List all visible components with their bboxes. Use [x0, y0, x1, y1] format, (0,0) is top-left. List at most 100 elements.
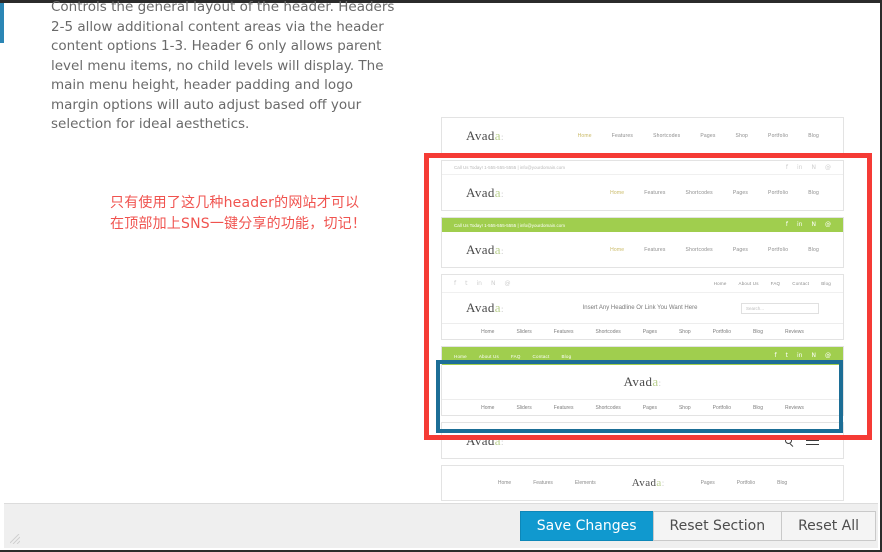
facebook-icon[interactable]: f — [454, 280, 456, 287]
menu-item[interactable]: Shop — [679, 329, 691, 335]
social-icons[interactable]: f in N @ — [786, 222, 831, 228]
menu-item[interactable]: Shortcodes — [686, 247, 713, 253]
facebook-icon[interactable]: f — [786, 164, 788, 171]
facebook-icon[interactable]: f — [775, 353, 777, 359]
menu-item[interactable]: Shop — [736, 133, 748, 139]
header-3-menu[interactable]: Home Features Shortcodes Pages Portfolio… — [610, 247, 819, 253]
facebook-icon[interactable]: f — [786, 222, 788, 228]
menu-item[interactable]: Sliders — [516, 329, 531, 335]
menu-item[interactable]: Home — [454, 354, 467, 359]
save-changes-button[interactable]: Save Changes — [519, 511, 654, 541]
menu-item[interactable]: About Us — [479, 354, 499, 359]
header-option-3[interactable]: Call Us Today! 1-555-555-5555 | info@you… — [441, 217, 844, 268]
header-7-split-menu[interactable]: Home Features Elements Avada: Pages Port… — [442, 466, 843, 500]
menu-item[interactable]: Blog — [561, 354, 571, 359]
flickr-icon[interactable]: N — [812, 222, 817, 228]
menu-item[interactable]: Elements — [575, 480, 596, 486]
menu-item[interactable]: FAQ — [771, 281, 781, 286]
header-option-1[interactable]: Avada: Home Features Shortcodes Pages Sh… — [441, 117, 844, 154]
hamburger-menu-icon[interactable] — [806, 433, 819, 447]
rss-icon[interactable]: @ — [825, 353, 831, 359]
linkedin-icon[interactable]: in — [797, 353, 802, 359]
header-4-secondary-menu[interactable]: Home About Us FAQ Contact Blog — [714, 281, 831, 286]
search-input[interactable]: Search... — [741, 302, 819, 314]
menu-item[interactable]: Features — [644, 247, 665, 253]
menu-item[interactable]: Reviews — [785, 405, 804, 411]
header-option-7[interactable]: Home Features Elements Avada: Pages Port… — [441, 465, 844, 501]
menu-item[interactable]: Home — [578, 133, 592, 139]
menu-item[interactable]: About Us — [739, 281, 759, 286]
social-icons[interactable]: f t in N @ — [775, 353, 831, 359]
header-5-main-menu[interactable]: Home Sliders Features Shortcodes Pages S… — [442, 399, 843, 415]
menu-item[interactable]: Features — [554, 405, 574, 411]
menu-item[interactable]: Portfolio — [737, 480, 755, 486]
header-option-6[interactable]: Avada: — [441, 422, 844, 459]
menu-item[interactable]: Home — [498, 480, 511, 486]
header-4-main-menu[interactable]: Home Sliders Features Shortcodes Pages S… — [442, 323, 843, 339]
menu-item[interactable]: Portfolio — [768, 133, 788, 139]
menu-item[interactable]: Home — [714, 281, 727, 286]
menu-item[interactable]: Shop — [679, 405, 691, 411]
menu-item[interactable]: Pages — [701, 480, 715, 486]
menu-item[interactable]: Blog — [753, 329, 763, 335]
twitter-icon[interactable]: t — [786, 353, 788, 359]
reset-all-button[interactable]: Reset All — [781, 511, 876, 541]
menu-item[interactable]: Blog — [808, 133, 819, 139]
menu-item[interactable]: Contact — [533, 354, 550, 359]
menu-item[interactable]: Home — [481, 405, 494, 411]
header-option-2[interactable]: Call Us Today! 1-555-555-5555 | info@you… — [441, 160, 844, 211]
menu-item[interactable]: Blog — [753, 405, 763, 411]
header-option-5-selected[interactable]: Home About Us FAQ Contact Blog f t in N … — [441, 346, 844, 416]
menu-item[interactable]: FAQ — [511, 354, 521, 359]
menu-item[interactable]: Shortcodes — [686, 190, 713, 196]
menu-item[interactable]: Pages — [733, 247, 748, 253]
menu-item[interactable]: Features — [533, 480, 553, 486]
menu-item[interactable]: Pages — [643, 405, 657, 411]
menu-item[interactable]: Reviews — [785, 329, 804, 335]
flickr-icon[interactable]: N — [812, 353, 817, 359]
menu-item[interactable]: Blog — [821, 281, 831, 286]
avada-logo: Avada: — [466, 432, 504, 448]
menu-item[interactable]: Blog — [808, 190, 819, 196]
menu-item[interactable]: Features — [644, 190, 665, 196]
social-icons[interactable]: f in N @ — [786, 164, 831, 171]
contact-info: Call Us Today! 1-555-555-5555 | info@you… — [454, 222, 565, 228]
menu-item[interactable]: Pages — [733, 190, 748, 196]
rss-icon[interactable]: @ — [504, 280, 510, 287]
menu-item[interactable]: Portfolio — [713, 329, 731, 335]
social-icons[interactable]: f t in N @ — [454, 280, 510, 287]
menu-item[interactable]: Home — [610, 247, 624, 253]
menu-item[interactable]: Home — [481, 329, 494, 335]
header-5-secondary-menu[interactable]: Home About Us FAQ Contact Blog — [454, 354, 571, 359]
menu-item[interactable]: Contact — [792, 281, 809, 286]
menu-item[interactable]: Features — [612, 133, 633, 139]
flickr-icon[interactable]: N — [491, 280, 496, 287]
menu-item[interactable]: Sliders — [516, 405, 531, 411]
menu-item[interactable]: Shortcodes — [595, 329, 620, 335]
menu-item[interactable]: Blog — [808, 247, 819, 253]
menu-item[interactable]: Shortcodes — [595, 405, 620, 411]
menu-item[interactable]: Pages — [700, 133, 715, 139]
linkedin-icon[interactable]: in — [797, 164, 802, 171]
header-option-4[interactable]: f t in N @ Home About Us FAQ Contact Blo… — [441, 274, 844, 340]
rss-icon[interactable]: @ — [825, 222, 831, 228]
menu-item[interactable]: Portfolio — [768, 247, 788, 253]
header-6-icons[interactable] — [785, 433, 819, 447]
menu-item[interactable]: Blog — [777, 480, 787, 486]
linkedin-icon[interactable]: in — [797, 222, 802, 228]
menu-item[interactable]: Portfolio — [713, 405, 731, 411]
flickr-icon[interactable]: N — [812, 164, 817, 171]
header-1-menu[interactable]: Home Features Shortcodes Pages Shop Port… — [578, 133, 819, 139]
menu-item[interactable]: Home — [610, 190, 624, 196]
menu-item[interactable]: Features — [554, 329, 574, 335]
menu-item[interactable]: Pages — [643, 329, 657, 335]
menu-item[interactable]: Shortcodes — [653, 133, 680, 139]
search-icon[interactable] — [785, 437, 792, 444]
header-2-menu[interactable]: Home Features Shortcodes Pages Portfolio… — [610, 190, 819, 196]
menu-item[interactable]: Portfolio — [768, 190, 788, 196]
resize-grip-icon[interactable] — [10, 534, 20, 544]
twitter-icon[interactable]: t — [465, 280, 467, 287]
rss-icon[interactable]: @ — [825, 164, 831, 171]
linkedin-icon[interactable]: in — [476, 280, 481, 287]
reset-section-button[interactable]: Reset Section — [652, 511, 783, 541]
